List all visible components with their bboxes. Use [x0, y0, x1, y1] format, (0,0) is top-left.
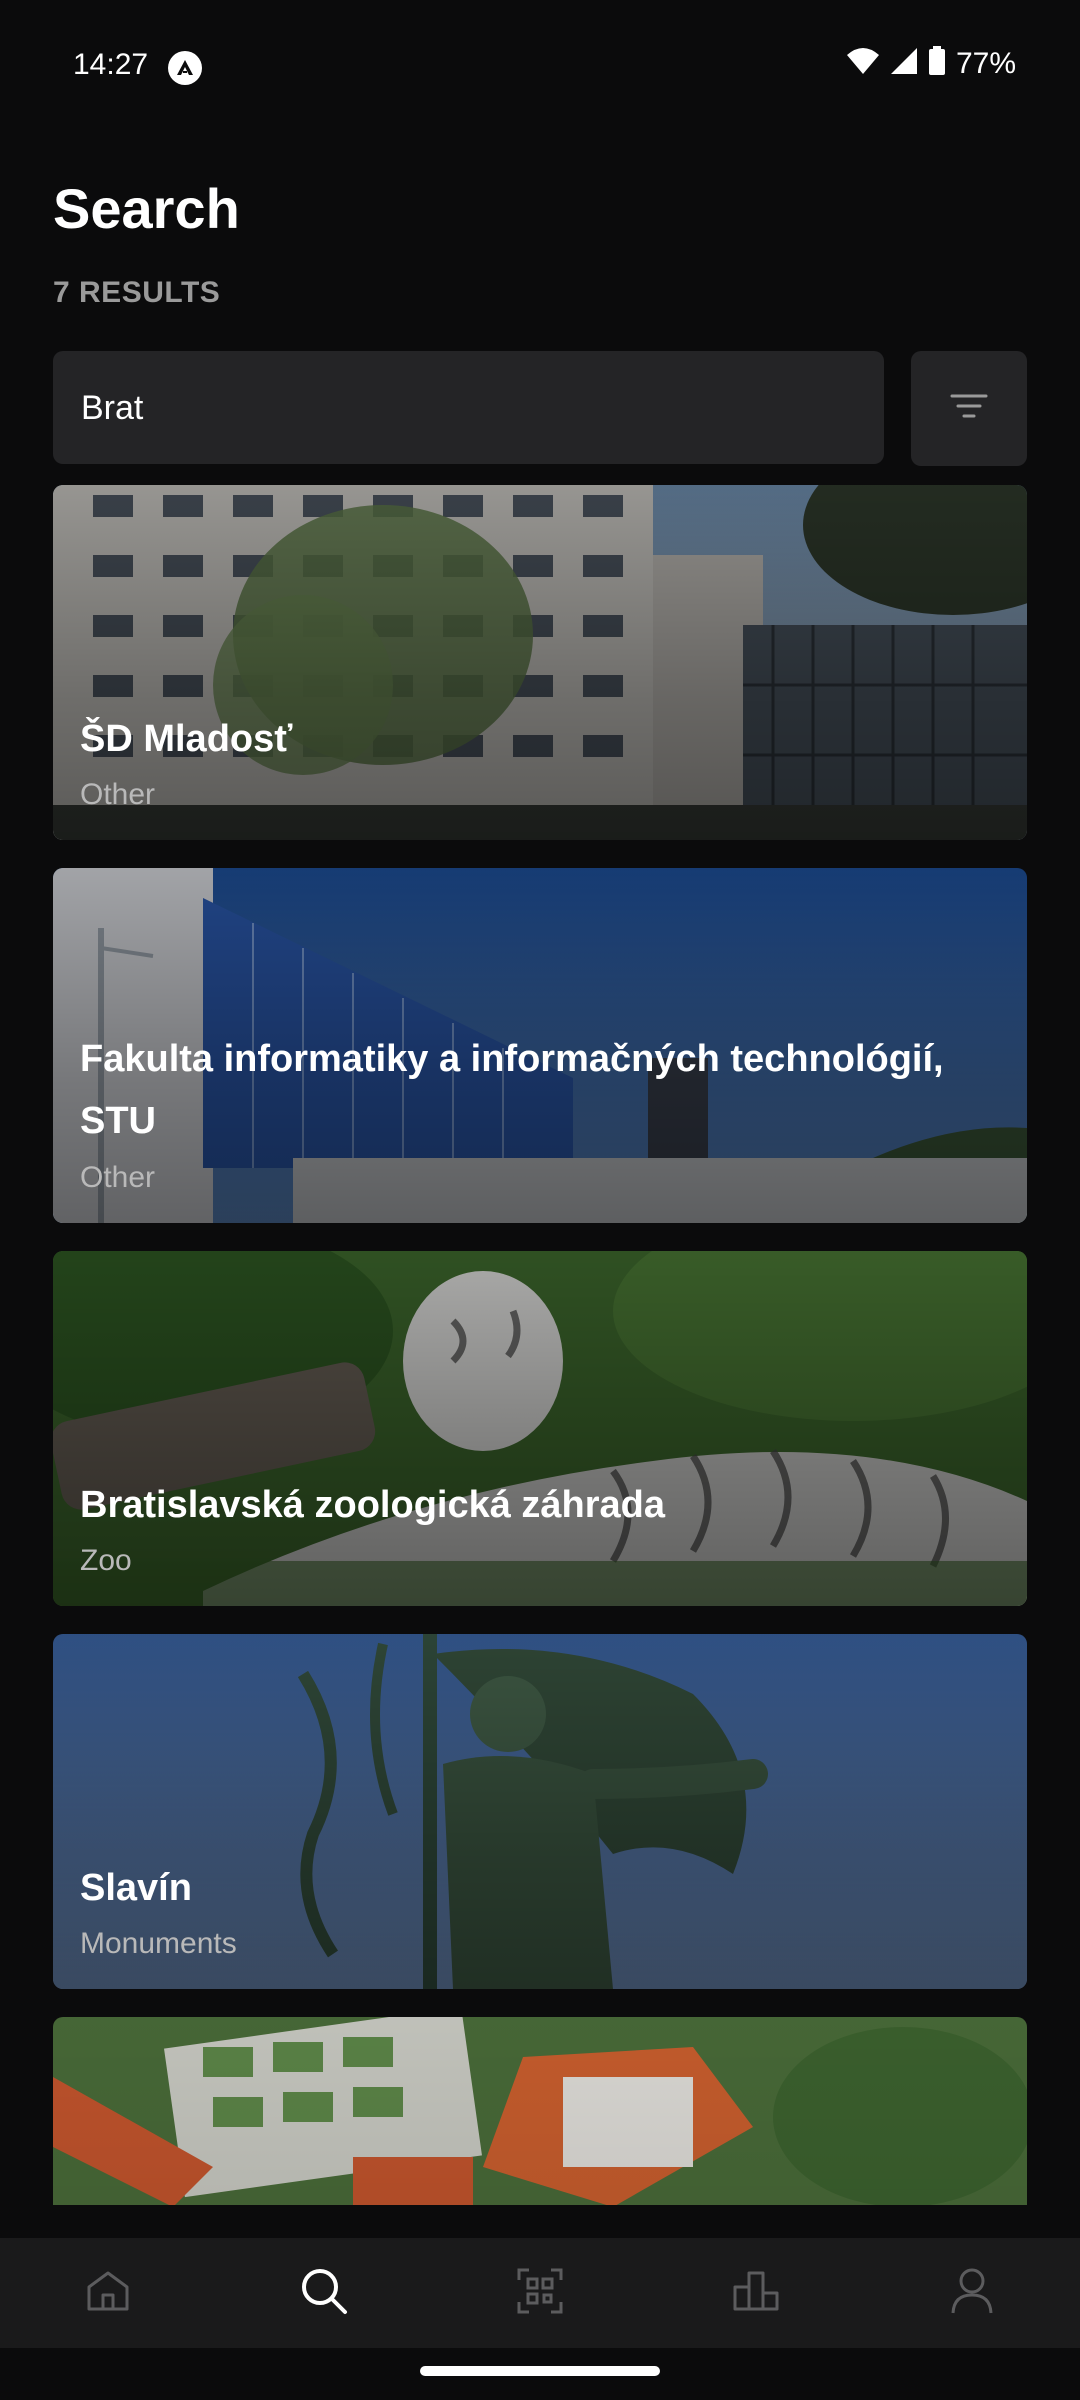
result-name: Bratislavská zoologická záhrada: [80, 1484, 666, 1526]
search-icon: [299, 2266, 349, 2321]
status-bar: 14:27 77%: [0, 0, 1080, 135]
filter-button[interactable]: [911, 351, 1027, 466]
status-time: 14:27: [73, 48, 149, 81]
profile-icon: [950, 2267, 994, 2320]
nav-search[interactable]: [264, 2238, 384, 2348]
result-card[interactable]: Slavín Monuments: [53, 1634, 1027, 1989]
results-list[interactable]: ŠD Mladosť Other Fakulta informatiky a i…: [53, 485, 1027, 2205]
search-field[interactable]: [53, 351, 884, 466]
results-count: 7 RESULTS: [53, 276, 221, 309]
result-name: Slavín: [80, 1867, 192, 1909]
result-card[interactable]: Fakulta informatiky a informačných techn…: [53, 868, 1027, 1223]
result-card[interactable]: Bratislavská zoologická záhrada Zoo: [53, 1251, 1027, 1606]
result-category: Other: [80, 1161, 156, 1194]
bottom-navigation: [0, 2238, 1080, 2348]
nav-profile[interactable]: [912, 2238, 1032, 2348]
result-category: Monuments: [80, 1927, 237, 1960]
result-card[interactable]: ŠD Mladosť Other: [53, 485, 1027, 840]
home-indicator[interactable]: [420, 2366, 660, 2376]
home-icon: [84, 2267, 132, 2320]
result-name: ŠD Mladosť: [80, 718, 293, 760]
search-input[interactable]: [79, 351, 863, 466]
app-icon: [168, 51, 202, 85]
result-category: Other: [80, 778, 156, 811]
battery-percentage: 77%: [955, 46, 1016, 80]
nav-home[interactable]: [48, 2238, 168, 2348]
nav-leaderboard[interactable]: [696, 2238, 816, 2348]
leaderboard-icon: [732, 2269, 780, 2318]
page-title: Search: [53, 177, 240, 240]
result-card[interactable]: [53, 2017, 1027, 2205]
result-name: Fakulta informatiky a informačných techn…: [80, 1038, 944, 1142]
result-category: Zoo: [80, 1544, 132, 1577]
filter-icon: [950, 391, 988, 426]
nav-scan[interactable]: [480, 2238, 600, 2348]
wifi-icon: [846, 47, 880, 80]
battery-icon: [928, 46, 946, 81]
signal-icon: [890, 47, 918, 80]
qr-scan-icon: [517, 2268, 563, 2319]
